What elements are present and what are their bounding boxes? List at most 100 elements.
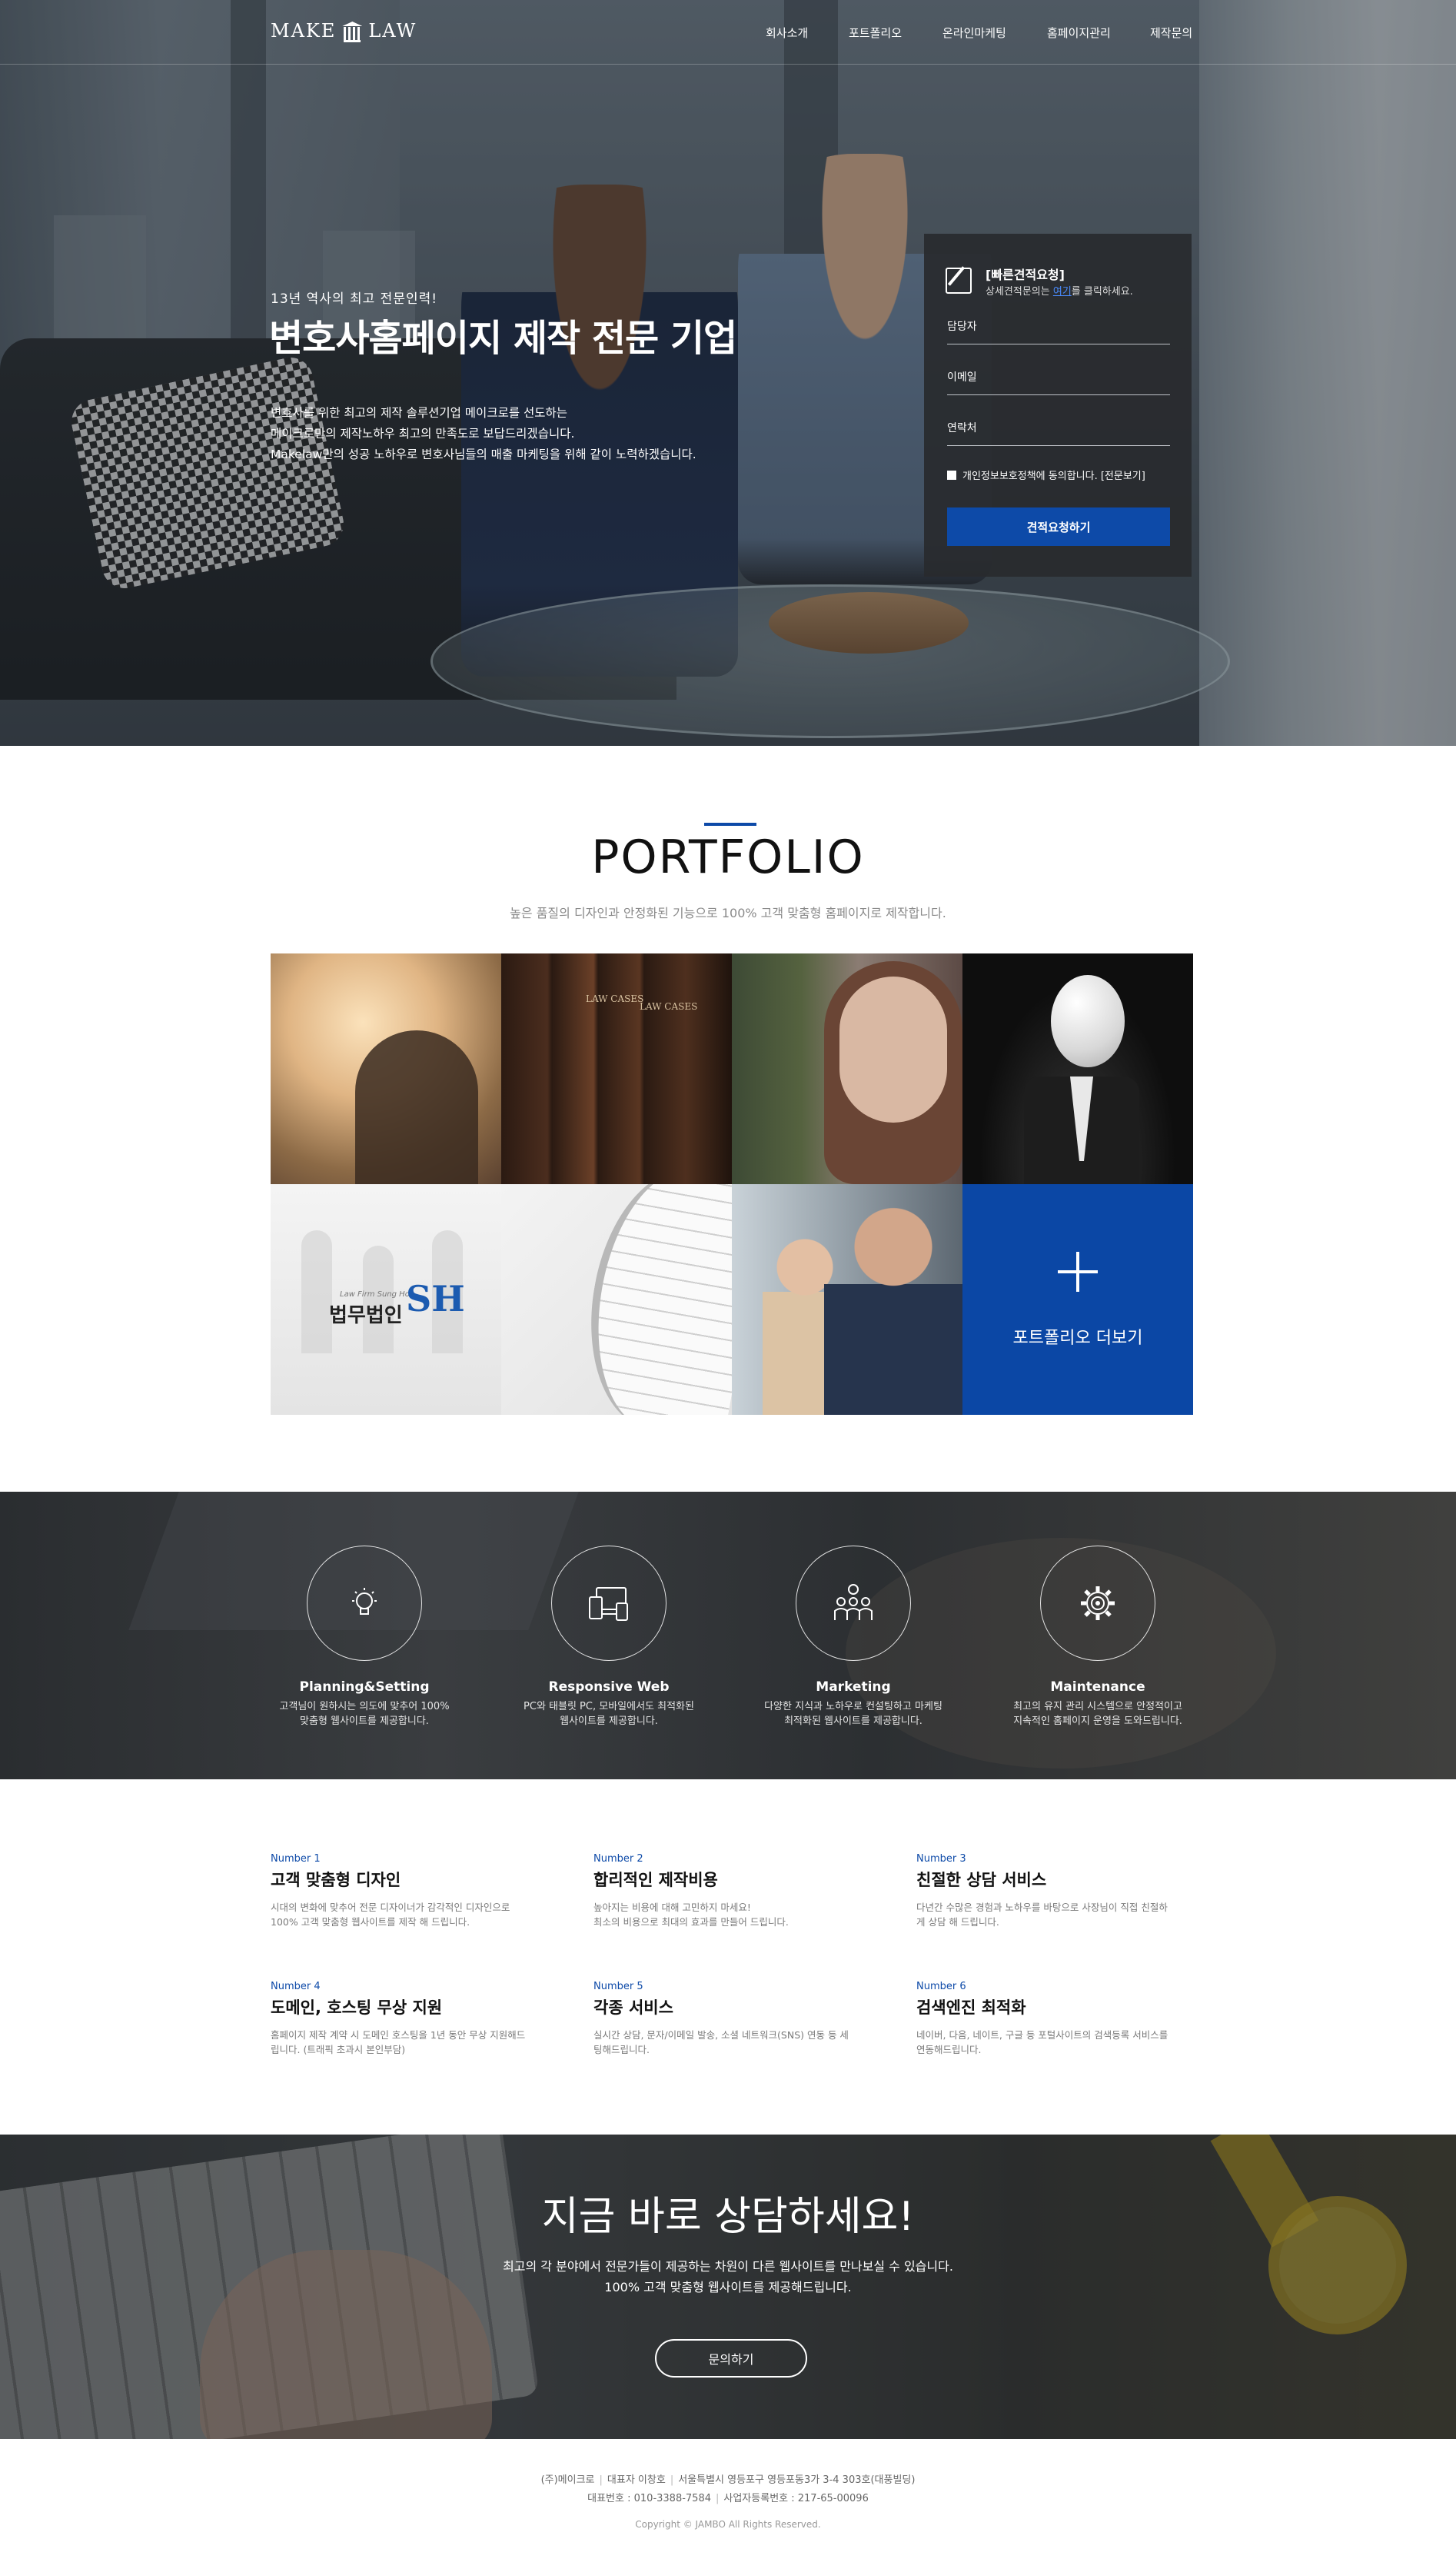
- portfolio-item[interactable]: [501, 1184, 732, 1415]
- cta-desc-line: 100% 고객 맞춤형 웹사이트를 제공해드립니다.: [604, 2280, 852, 2294]
- feature-text: 다년간 수많은 경험과 노하우를 바탕으로 사장님이 직접 친절하 게 상담 해 …: [916, 1900, 1208, 1929]
- feature-number: Number 1: [271, 1853, 321, 1865]
- law-firm-name: 법무법인: [329, 1304, 403, 1327]
- feature-text-line: 시대의 변화에 맞추어 전문 디자이너가 감각적인 디자인으로: [271, 1902, 510, 1913]
- architecture-image: [571, 1184, 732, 1415]
- portfolio-item[interactable]: [271, 953, 501, 1184]
- service-desc: 다양한 지식과 노하우로 컨설팅하고 마케팅 최적화된 웹사이트를 제공합니다.: [738, 1699, 969, 1729]
- services-band: [0, 1492, 1456, 1779]
- team-icon: [834, 1584, 873, 1620]
- phone-field-label: 연락처: [947, 422, 977, 434]
- service-icon-circle: [796, 1546, 911, 1661]
- portfolio-item[interactable]: LAW CASES LAW CASES: [501, 953, 732, 1184]
- portfolio-image-face: [839, 977, 947, 1123]
- footer-divider: |: [599, 2474, 603, 2486]
- inquiry-button[interactable]: 문의하기: [655, 2339, 807, 2378]
- quote-note-text: 상세견적문의는: [986, 286, 1053, 298]
- service-desc: 최고의 유지 관리 시스템으로 안정적이고 지속적인 홈페이지 운영을 도와드립…: [982, 1699, 1213, 1729]
- feature-title: 친절한 상담 서비스: [916, 1871, 1047, 1889]
- hero-subtitle: 13년 역사의 최고 전문인력!: [271, 291, 438, 307]
- nav-item-inquiry[interactable]: 제작문의: [1150, 25, 1192, 41]
- feature-number: Number 4: [271, 1981, 321, 1992]
- footer-divider: |: [716, 2493, 720, 2504]
- pillar-icon: [342, 22, 362, 42]
- hero-description: 변호사를 위한 최고의 제작 솔루션기업 메이크로를 선도하는 메이크로만의 제…: [271, 403, 696, 465]
- service-desc-line: 웹사이트를 제공합니다.: [560, 1715, 658, 1727]
- footer-copyright: Copyright © JAMBO All Rights Reserved.: [635, 2519, 821, 2530]
- portfolio-more-button[interactable]: 포트폴리오 더보기: [962, 1184, 1193, 1415]
- privacy-agree[interactable]: 개인정보보호정책에 동의합니다. [전문보기]: [947, 468, 1145, 482]
- footer-address: 서울특별시 영등포구 영등포동3가 3-4 303호(대풍빌딩): [678, 2474, 916, 2486]
- service-desc-line: 맞춤형 웹사이트를 제공합니다.: [300, 1715, 429, 1727]
- portfolio-more-label: 포트폴리오 더보기: [1012, 1329, 1143, 1348]
- feature-item: Number 3 친절한 상담 서비스 다년간 수많은 경험과 노하우를 바탕으…: [916, 1853, 1208, 1929]
- feature-number: Number 5: [593, 1981, 643, 1992]
- quick-quote-form: [빠른견적요청] 상세견적문의는 여기를 클릭하세요. 담당자 이메일 연락처 …: [924, 234, 1192, 577]
- manager-field[interactable]: 담당자: [947, 311, 1170, 344]
- service-desc-line: 최적화된 웹사이트를 제공합니다.: [784, 1715, 922, 1727]
- footer-phone: 대표번호 : 010-3388-7584: [587, 2493, 711, 2504]
- nav-item-marketing[interactable]: 온라인마케팅: [942, 25, 1006, 41]
- portfolio-item[interactable]: [732, 953, 962, 1184]
- quote-form-title: [빠른견적요청]: [986, 268, 1065, 282]
- quote-submit-button[interactable]: 견적요청하기: [947, 507, 1170, 546]
- nav-item-maintenance[interactable]: 홈페이지관리: [1047, 25, 1111, 41]
- edit-note-icon: [946, 268, 972, 294]
- email-field-label: 이메일: [947, 371, 977, 384]
- cta-description: 최고의 각 분야에서 전문가들이 제공하는 차원이 다른 웹사이트를 만나보실 …: [0, 2256, 1456, 2298]
- balloon-image: [1051, 975, 1125, 1067]
- feature-text-line: 게 상담 해 드립니다.: [916, 1916, 999, 1928]
- footer-contact-line: 대표번호 : 010-3388-7584 | 사업자등록번호 : 217-65-00…: [0, 2490, 1456, 2504]
- service-maintenance: Maintenance 최고의 유지 관리 시스템으로 안정적이고 지속적인 홈…: [982, 1546, 1213, 1729]
- service-responsive: Responsive Web PC와 태블릿 PC, 모바일에서도 최적화된 웹…: [494, 1546, 724, 1729]
- service-icon-circle: [1040, 1546, 1155, 1661]
- feature-item: Number 1 고객 맞춤형 디자인 시대의 변화에 맞추어 전문 디자이너가…: [271, 1853, 563, 1929]
- quote-form-note: 상세견적문의는 여기를 클릭하세요.: [986, 283, 1133, 298]
- quote-detail-link[interactable]: 여기: [1053, 286, 1072, 298]
- feature-text: 홈페이지 제작 계약 시 도메인 호스팅을 1년 동안 무상 지원해드 립니다. …: [271, 2028, 563, 2057]
- nav-item-portfolio[interactable]: 포트폴리오: [849, 25, 902, 41]
- feature-item: Number 4 도메인, 호스팅 무상 지원 홈페이지 제작 계약 시 도메인…: [271, 1981, 563, 2057]
- book-spine-label: LAW CASES: [586, 993, 644, 1004]
- feature-text: 시대의 변화에 맞추어 전문 디자이너가 감각적인 디자인으로 100% 고객 맞…: [271, 1900, 563, 1929]
- hero-desc-line: Makelaw만의 성공 노하우로 변호사님들의 매출 마케팅을 위해 같이 노…: [271, 448, 696, 461]
- feature-text-line: 100% 고객 맞춤형 웹사이트를 제작 해 드립니다.: [271, 1916, 470, 1928]
- portfolio-accent-bar: [704, 823, 756, 826]
- service-name: Planning&Setting: [299, 1679, 430, 1695]
- portfolio-item[interactable]: [732, 1184, 962, 1415]
- portfolio-subtitle: 높은 품질의 디자인과 안정화된 기능으로 100% 고객 맞춤형 홈페이지로 …: [510, 906, 946, 920]
- service-icon-circle: [551, 1546, 667, 1661]
- hero-overlay: [0, 0, 1456, 746]
- gear-icon: [1081, 1586, 1115, 1620]
- footer-ceo: 대표자 이창호: [607, 2474, 666, 2486]
- service-name: Marketing: [816, 1679, 891, 1695]
- feature-title: 합리적인 제작비용: [593, 1871, 718, 1889]
- feature-item: Number 6 검색엔진 최적화 네이버, 다음, 네이트, 구글 등 포털사…: [916, 1981, 1208, 2057]
- cta-title: 지금 바로 상담하세요!: [541, 2194, 915, 2240]
- email-field[interactable]: 이메일: [947, 361, 1170, 395]
- phone-field[interactable]: 연락처: [947, 412, 1170, 446]
- lightbulb-icon: [352, 1588, 377, 1615]
- logo-text-left: MAKE: [271, 20, 337, 42]
- footer-company: (주)메이크로: [540, 2474, 595, 2486]
- feature-text-line: 팅해드립니다.: [593, 2044, 650, 2055]
- service-desc-line: 최고의 유지 관리 시스템으로 안정적이고: [1013, 1701, 1182, 1712]
- feature-title: 도메인, 호스팅 무상 지원: [271, 1998, 443, 2017]
- hero-section: MAKE LAW 회사소개 포트폴리오 온라인마케팅 홈페이지관리 제작문의 1…: [0, 0, 1456, 746]
- book-spine-label: LAW CASES: [640, 1001, 698, 1012]
- feature-text-line: 높아지는 비용에 대해 고민하지 마세요!: [593, 1902, 751, 1913]
- feature-title: 각종 서비스: [593, 1998, 673, 2017]
- footer-divider: |: [670, 2474, 674, 2486]
- service-marketing: Marketing 다양한 지식과 노하우로 컨설팅하고 마케팅 최적화된 웹사…: [738, 1546, 969, 1729]
- feature-text: 실시간 상담, 문자/이메일 발송, 소셜 네트워크(SNS) 연동 등 세 팅해…: [593, 2028, 886, 2057]
- portfolio-item[interactable]: [962, 953, 1193, 1184]
- feature-text-line: 최소의 비용으로 최대의 효과를 만들어 드립니다.: [593, 1916, 789, 1928]
- footer-biz-number: 사업자등록번호 : 217-65-00096: [723, 2493, 869, 2504]
- privacy-checkbox[interactable]: [947, 470, 956, 480]
- service-desc-line: 고객님이 원하시는 의도에 맞추어 100%: [279, 1701, 450, 1712]
- portfolio-item[interactable]: Law Firm Sung Ho 법무법인 SH: [271, 1184, 501, 1415]
- portfolio-image-woman: [355, 1030, 478, 1184]
- nav-item-company[interactable]: 회사소개: [766, 25, 808, 41]
- service-desc: 고객님이 원하시는 의도에 맞추어 100% 맞춤형 웹사이트를 제공합니다.: [249, 1699, 480, 1729]
- site-logo[interactable]: MAKE LAW: [271, 20, 417, 42]
